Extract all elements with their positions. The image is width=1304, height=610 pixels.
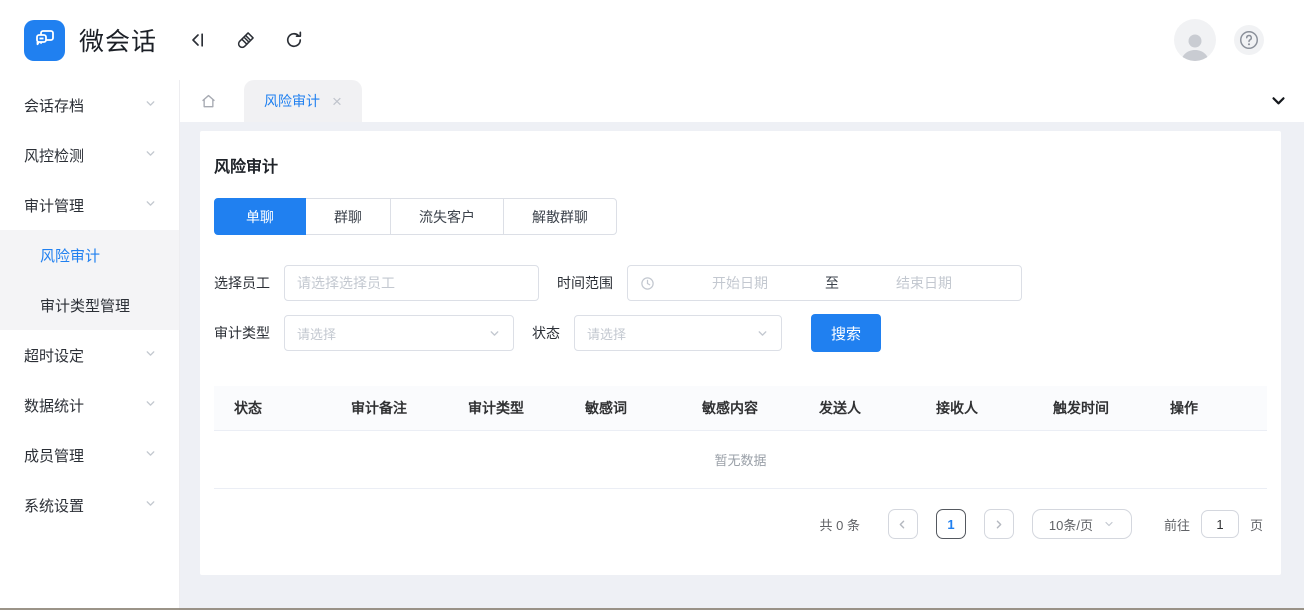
chevron-down-icon	[144, 147, 157, 164]
audit-type-select[interactable]: 请选择	[284, 315, 514, 351]
prev-page-button[interactable]	[888, 509, 918, 539]
col-sensitive-word: 敏感词	[565, 398, 682, 418]
empty-state: 暂无数据	[214, 431, 1267, 489]
end-date-placeholder[interactable]: 结束日期	[839, 273, 1009, 293]
sidebar-item-label: 风险审计	[40, 245, 100, 266]
employee-input[interactable]	[284, 265, 539, 301]
status-select[interactable]: 请选择	[574, 315, 782, 351]
total-count: 共 0 条	[820, 515, 860, 534]
col-sender: 发送人	[799, 398, 916, 418]
chevron-down-icon	[144, 447, 157, 464]
time-range-label: 时间范围	[557, 273, 613, 293]
chevron-down-icon	[144, 397, 157, 414]
next-page-button[interactable]	[984, 509, 1014, 539]
chevron-down-icon	[144, 97, 157, 114]
sidebar-item-timeout-setting[interactable]: 超时设定	[0, 330, 179, 380]
goto-label: 前往	[1164, 515, 1190, 534]
app-logo	[24, 20, 65, 61]
goto-page: 前往 页	[1164, 510, 1263, 538]
chevron-down-icon	[144, 347, 157, 364]
sidebar: 会话存档 风控检测 审计管理 风险审计 审计类型管	[0, 80, 180, 610]
audit-type-placeholder: 请选择	[297, 324, 336, 343]
sidebar-item-member-manage[interactable]: 成员管理	[0, 430, 179, 480]
clock-icon	[640, 276, 655, 291]
employee-label: 选择员工	[214, 273, 270, 293]
main-area: 风险审计 × 风险审计 单聊 群聊 流失客户 解散群聊	[180, 80, 1304, 610]
sidebar-item-label: 数据统计	[24, 395, 84, 416]
goto-suffix: 页	[1250, 515, 1263, 534]
sidebar-item-risk-detect[interactable]: 风控检测	[0, 130, 179, 180]
audit-table: 状态 审计备注 审计类型 敏感词 敏感内容 发送人 接收人 触发时间 操作 暂无…	[214, 386, 1267, 489]
sidebar-item-label: 审计类型管理	[40, 295, 130, 316]
chevron-down-icon	[488, 327, 501, 340]
audit-type-label: 审计类型	[214, 323, 270, 343]
home-icon[interactable]	[199, 92, 218, 111]
col-audit-note: 审计备注	[331, 398, 448, 418]
collapse-sidebar-icon[interactable]	[187, 29, 209, 51]
sidebar-item-label: 风控检测	[24, 145, 84, 166]
status-label: 状态	[532, 323, 560, 343]
sidebar-item-audit-manage[interactable]: 审计管理	[0, 180, 179, 230]
start-date-placeholder[interactable]: 开始日期	[655, 273, 825, 293]
status-placeholder: 请选择	[587, 324, 626, 343]
tab-bar: 风险审计 ×	[180, 80, 1304, 122]
col-audit-type: 审计类型	[448, 398, 565, 418]
date-range-separator: 至	[825, 273, 839, 293]
page-title: 风险审计	[214, 131, 1267, 177]
sidebar-item-label: 审计管理	[24, 195, 84, 216]
sidebar-item-data-statistics[interactable]: 数据统计	[0, 380, 179, 430]
col-trigger-time: 触发时间	[1033, 398, 1150, 418]
tab-label: 风险审计	[264, 91, 320, 111]
risk-audit-card: 风险审计 单聊 群聊 流失客户 解散群聊 选择员工 时间范围	[200, 131, 1281, 575]
tab-lost-customers[interactable]: 流失客户	[390, 198, 504, 235]
tab-dissolved-groups[interactable]: 解散群聊	[503, 198, 617, 235]
tab-group-chat[interactable]: 群聊	[305, 198, 391, 235]
search-button[interactable]: 搜索	[811, 314, 881, 352]
filter-form: 选择员工 时间范围 开始日期 至	[214, 265, 1267, 351]
chat-type-tabs: 单聊 群聊 流失客户 解散群聊	[214, 198, 1267, 235]
page-number-button[interactable]: 1	[936, 509, 966, 539]
content-area: 风险审计 单聊 群聊 流失客户 解散群聊 选择员工 时间范围	[180, 122, 1304, 610]
brush-icon[interactable]	[235, 29, 257, 51]
col-receiver: 接收人	[916, 398, 1033, 418]
sidebar-item-audit-type-manage[interactable]: 审计类型管理	[0, 280, 179, 330]
col-status: 状态	[214, 398, 331, 418]
sidebar-item-risk-audit[interactable]: 风险审计	[0, 230, 179, 280]
chevron-down-icon	[756, 327, 769, 340]
help-icon[interactable]	[1234, 25, 1264, 55]
page-size-value: 10条/页	[1049, 515, 1093, 534]
chevron-down-icon	[144, 497, 157, 514]
tab-risk-audit[interactable]: 风险审计 ×	[244, 80, 362, 122]
chat-bubbles-icon	[33, 26, 57, 55]
refresh-icon[interactable]	[283, 29, 305, 51]
sidebar-item-label: 成员管理	[24, 445, 84, 466]
page-size-select[interactable]: 10条/页	[1032, 509, 1132, 539]
goto-page-input[interactable]	[1201, 510, 1239, 538]
col-actions: 操作	[1150, 398, 1267, 418]
header-right	[1174, 19, 1264, 61]
app-window: 微会话	[0, 0, 1304, 610]
sidebar-item-label: 系统设置	[24, 495, 84, 516]
pagination: 共 0 条 1 10条/页	[214, 509, 1267, 539]
sidebar-item-label: 会话存档	[24, 95, 84, 116]
sidebar-item-session-archive[interactable]: 会话存档	[0, 80, 179, 130]
tab-overflow-chevron-down-icon[interactable]	[1270, 92, 1287, 114]
top-header: 微会话	[0, 0, 1304, 80]
chevron-down-icon	[1103, 518, 1115, 530]
date-range-picker[interactable]: 开始日期 至 结束日期	[627, 265, 1022, 301]
header-toolbar	[187, 29, 305, 51]
filter-row-1: 选择员工 时间范围 开始日期 至	[214, 265, 1267, 301]
app-title: 微会话	[79, 22, 157, 58]
sidebar-item-system-setting[interactable]: 系统设置	[0, 480, 179, 530]
filter-row-2: 审计类型 请选择 状态 请选择	[214, 315, 1267, 351]
chevron-down-icon	[144, 197, 157, 214]
close-icon[interactable]: ×	[332, 93, 342, 110]
col-sensitive-content: 敏感内容	[682, 398, 799, 418]
table-header-row: 状态 审计备注 审计类型 敏感词 敏感内容 发送人 接收人 触发时间 操作	[214, 386, 1267, 431]
tab-single-chat[interactable]: 单聊	[214, 198, 306, 235]
sidebar-item-label: 超时设定	[24, 345, 84, 366]
avatar[interactable]	[1174, 19, 1216, 61]
